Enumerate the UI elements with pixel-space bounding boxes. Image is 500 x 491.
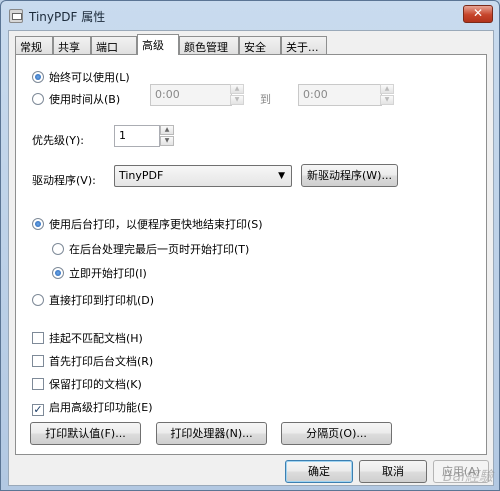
tab-sharing[interactable]: 共享 bbox=[53, 36, 91, 54]
spin-down-icon[interactable]: ▼ bbox=[230, 95, 244, 105]
advanced-panel: 始终可以使用(L) 使用时间从(B) 0:00 ▲ ▼ 到 0:00 ▲ ▼ 优先级… bbox=[15, 54, 487, 455]
start-immediately-radio[interactable]: 立即开始打印(I) bbox=[52, 265, 147, 281]
to-time-field[interactable]: 0:00 bbox=[298, 84, 382, 106]
ok-button[interactable]: 确定 bbox=[285, 460, 353, 483]
spin-down-icon[interactable]: ▼ bbox=[380, 95, 394, 105]
dialog-client: 常规 共享 端口 高级 颜色管理 安全 关于... 始终可以使用(L) 使用时间… bbox=[8, 30, 494, 486]
tab-security[interactable]: 安全 bbox=[239, 36, 281, 54]
available-from-label: 使用时间从(B) bbox=[49, 93, 121, 106]
spin-up-icon[interactable]: ▲ bbox=[380, 84, 394, 94]
driver-dropdown[interactable]: TinyPDF ▼ bbox=[114, 165, 292, 187]
always-available-radio[interactable]: 始终可以使用(L) bbox=[32, 69, 130, 85]
driver-label: 驱动程序(V): bbox=[32, 174, 96, 187]
radio-indicator bbox=[32, 71, 44, 83]
separator-1 bbox=[30, 198, 392, 199]
spool-label: 使用后台打印，以便程序更快地结束打印(S) bbox=[49, 218, 263, 231]
printing-defaults-button[interactable]: 打印默认值(F)... bbox=[30, 422, 141, 445]
spin-down-icon[interactable]: ▼ bbox=[160, 136, 174, 146]
printer-icon bbox=[9, 9, 23, 23]
priority-label: 优先级(Y): bbox=[32, 134, 85, 147]
checkmark-icon: ✓ bbox=[32, 403, 44, 416]
window-title: TinyPDF 属性 bbox=[29, 10, 106, 24]
spool-radio[interactable]: 使用后台打印，以便程序更快地结束打印(S) bbox=[32, 216, 263, 232]
available-from-radio[interactable]: 使用时间从(B) bbox=[32, 91, 120, 107]
start-after-last-page-radio[interactable]: 在后台处理完最后一页时开始打印(T) bbox=[52, 241, 249, 257]
checkbox-box bbox=[32, 332, 44, 344]
tab-color-management[interactable]: 颜色管理 bbox=[179, 36, 239, 54]
title-bar[interactable]: TinyPDF 属性 ✕ bbox=[1, 1, 499, 29]
keep-printed-checkbox[interactable]: 保留打印的文档(K) bbox=[32, 376, 142, 392]
properties-window: TinyPDF 属性 ✕ 常规 共享 端口 高级 颜色管理 安全 关于... 始… bbox=[0, 0, 500, 491]
print-spooled-first-label: 首先打印后台文档(R) bbox=[49, 355, 154, 368]
tab-general[interactable]: 常规 bbox=[15, 36, 53, 54]
tab-about[interactable]: 关于... bbox=[281, 36, 327, 54]
radio-indicator bbox=[32, 218, 44, 230]
cancel-button[interactable]: 取消 bbox=[359, 460, 427, 483]
spin-up-icon[interactable]: ▲ bbox=[230, 84, 244, 94]
tab-ports[interactable]: 端口 bbox=[91, 36, 137, 54]
from-time-spinner[interactable]: ▲ ▼ bbox=[230, 84, 244, 106]
print-direct-label: 直接打印到打印机(D) bbox=[49, 294, 155, 307]
radio-indicator bbox=[52, 267, 64, 279]
print-spooled-first-checkbox[interactable]: 首先打印后台文档(R) bbox=[32, 353, 153, 369]
radio-indicator bbox=[52, 243, 64, 255]
separator-2 bbox=[30, 312, 392, 313]
start-after-last-page-label: 在后台处理完最后一页时开始打印(T) bbox=[69, 243, 250, 256]
keep-printed-label: 保留打印的文档(K) bbox=[49, 378, 142, 391]
start-immediately-label: 立即开始打印(I) bbox=[69, 267, 147, 280]
advanced-features-label: 启用高级打印功能(E) bbox=[49, 401, 153, 414]
checkbox-box bbox=[32, 355, 44, 367]
priority-spinner[interactable]: ▲ ▼ bbox=[160, 125, 174, 147]
separator-page-button[interactable]: 分隔页(O)... bbox=[281, 422, 392, 445]
hold-mismatched-label: 挂起不匹配文档(H) bbox=[49, 332, 143, 345]
watermark-logo: Bai經驗 bbox=[442, 469, 493, 485]
to-label: 到 bbox=[260, 93, 271, 106]
hold-mismatched-checkbox[interactable]: 挂起不匹配文档(H) bbox=[32, 330, 143, 346]
always-available-label: 始终可以使用(L) bbox=[49, 71, 130, 84]
checkbox-box bbox=[32, 378, 44, 390]
radio-indicator bbox=[32, 294, 44, 306]
from-time-field[interactable]: 0:00 bbox=[150, 84, 232, 106]
advanced-features-checkbox[interactable]: ✓ 启用高级打印功能(E) bbox=[32, 399, 153, 416]
priority-field[interactable]: 1 bbox=[114, 125, 160, 147]
new-driver-button[interactable]: 新驱动程序(W)... bbox=[301, 164, 398, 187]
dropdown-arrow-icon: ▼ bbox=[278, 171, 285, 181]
to-time-spinner[interactable]: ▲ ▼ bbox=[380, 84, 394, 106]
close-button[interactable]: ✕ bbox=[463, 5, 493, 23]
print-processor-button[interactable]: 打印处理器(N)... bbox=[156, 422, 267, 445]
print-direct-radio[interactable]: 直接打印到打印机(D) bbox=[32, 292, 154, 308]
spin-up-icon[interactable]: ▲ bbox=[160, 125, 174, 135]
radio-indicator bbox=[32, 93, 44, 105]
tab-advanced[interactable]: 高级 bbox=[137, 34, 179, 55]
driver-selected-value: TinyPDF bbox=[119, 169, 164, 182]
